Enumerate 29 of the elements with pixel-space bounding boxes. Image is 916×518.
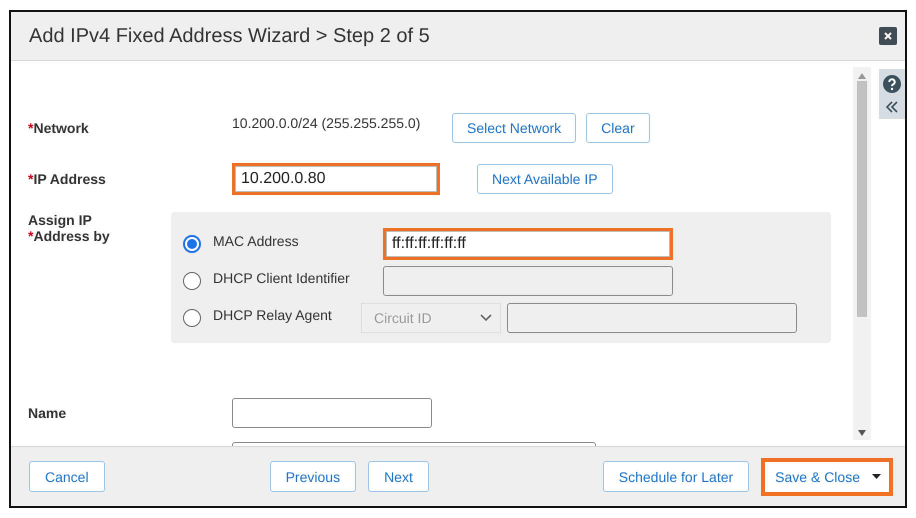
footer-button[interactable]: Cancel xyxy=(29,461,105,492)
next-ip-button[interactable]: Next Available IP xyxy=(477,164,613,194)
option-field[interactable]: ff:ff:ff:ff:ff:ff xyxy=(383,228,673,260)
field-label: Assign IP *Address by xyxy=(28,212,111,244)
option-label: DHCP Client Identifier xyxy=(213,270,351,286)
network-button[interactable]: Select Network xyxy=(452,113,576,143)
close-button[interactable] xyxy=(879,27,897,45)
footer-button[interactable]: Previous xyxy=(270,461,356,492)
scroll-down-icon[interactable] xyxy=(858,430,866,436)
footer-button[interactable]: Schedule for Later xyxy=(602,461,750,492)
side-panel-tab[interactable] xyxy=(879,69,905,119)
field-label: *Network xyxy=(28,120,90,136)
option-label: MAC Address xyxy=(213,232,300,248)
save-split-button[interactable]: Save & Close xyxy=(761,458,893,496)
caret-icon xyxy=(872,474,881,479)
close-icon xyxy=(883,31,893,41)
network-value: 10.200.0.0/24 (255.255.255.0) xyxy=(232,115,422,131)
footer-button[interactable]: Next xyxy=(368,461,429,492)
chevron-down-icon xyxy=(480,314,492,322)
help-icon[interactable] xyxy=(883,75,901,93)
collapse-icon[interactable] xyxy=(885,101,899,113)
field-label: Name xyxy=(28,405,68,421)
network-button[interactable]: Clear xyxy=(586,113,650,143)
field-label: *IP Address xyxy=(28,171,107,187)
name-field[interactable] xyxy=(232,398,432,428)
dialog-title: Add IPv4 Fixed Address Wizard > Step 2 of 5 xyxy=(29,24,430,48)
radio-button[interactable] xyxy=(183,234,201,252)
ip-address-field[interactable]: 10.200.0.80 xyxy=(232,163,440,195)
scrollbar[interactable] xyxy=(853,67,871,440)
